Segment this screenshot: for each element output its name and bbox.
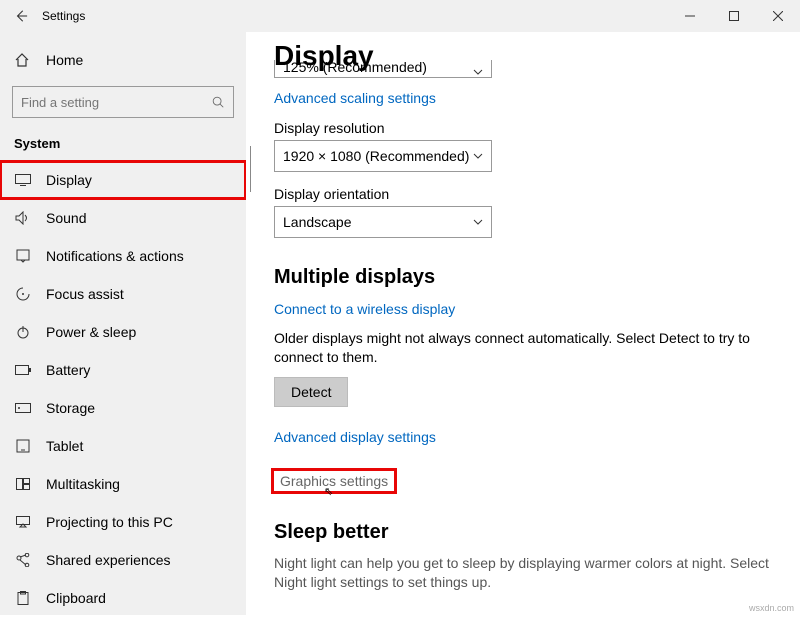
maximize-button[interactable]: [712, 1, 756, 31]
sidebar-item-label: Storage: [46, 400, 95, 416]
home-label: Home: [46, 52, 83, 68]
search-box[interactable]: [12, 86, 234, 118]
advanced-display-link[interactable]: Advanced display settings: [274, 429, 772, 445]
sound-icon: [14, 211, 32, 225]
chevron-down-icon: [473, 153, 483, 159]
multitasking-icon: [14, 478, 32, 490]
scale-dropdown[interactable]: 125% (Recommended): [274, 60, 492, 78]
sidebar-item-shared-experiences[interactable]: Shared experiences: [0, 541, 246, 579]
focus-icon: [14, 287, 32, 301]
sidebar-item-tablet[interactable]: Tablet: [0, 427, 246, 465]
battery-icon: [14, 365, 32, 375]
sidebar-item-display[interactable]: Display: [0, 161, 246, 199]
sidebar-item-label: Notifications & actions: [46, 248, 184, 264]
sleep-better-title: Sleep better: [274, 521, 772, 544]
sleep-better-text: Night light can help you get to sleep by…: [274, 554, 772, 592]
sidebar-item-label: Power & sleep: [46, 324, 136, 340]
tablet-icon: [14, 439, 32, 453]
resolution-value: 1920 × 1080 (Recommended): [283, 148, 469, 164]
title-bar: Settings: [0, 0, 800, 32]
home-nav-item[interactable]: Home: [0, 40, 246, 80]
window-controls: [668, 1, 800, 31]
sidebar-item-storage[interactable]: Storage: [0, 389, 246, 427]
sidebar-item-focus-assist[interactable]: Focus assist: [0, 275, 246, 313]
notifications-icon: [14, 249, 32, 263]
sidebar-item-label: Focus assist: [46, 286, 124, 302]
wireless-display-link[interactable]: Connect to a wireless display: [274, 301, 772, 317]
older-displays-text: Older displays might not always connect …: [274, 329, 772, 367]
resolution-dropdown[interactable]: 1920 × 1080 (Recommended): [274, 140, 492, 172]
shared-icon: [14, 553, 32, 567]
home-icon: [14, 52, 32, 68]
search-icon: [211, 95, 225, 109]
sidebar-item-label: Shared experiences: [46, 552, 171, 568]
sidebar-item-multitasking[interactable]: Multitasking: [0, 465, 246, 503]
clipboard-icon: [14, 591, 32, 605]
sidebar-item-notifications[interactable]: Notifications & actions: [0, 237, 246, 275]
graphics-settings-label: Graphics settings: [280, 473, 388, 489]
projecting-icon: [14, 516, 32, 528]
power-icon: [14, 325, 32, 339]
sidebar-item-projecting[interactable]: Projecting to this PC: [0, 503, 246, 541]
sidebar-item-power-sleep[interactable]: Power & sleep: [0, 313, 246, 351]
sidebar-item-label: Clipboard: [46, 590, 106, 606]
sidebar-item-label: Projecting to this PC: [46, 514, 173, 530]
display-icon: [14, 174, 32, 186]
sidebar-item-label: Display: [46, 172, 92, 188]
search-input[interactable]: [21, 95, 211, 110]
cursor-icon: ⇖: [324, 485, 333, 498]
sidebar-item-clipboard[interactable]: Clipboard: [0, 579, 246, 617]
graphics-settings-link[interactable]: Graphics settings ⇖: [274, 471, 394, 491]
nav-group-header: System: [0, 130, 246, 161]
back-button[interactable]: [0, 9, 42, 23]
watermark: wsxdn.com: [749, 603, 794, 613]
scrollbar-indicator[interactable]: [250, 146, 251, 192]
sidebar-item-sound[interactable]: Sound: [0, 199, 246, 237]
sidebar-item-label: Multitasking: [46, 476, 120, 492]
scale-value: 125% (Recommended): [283, 60, 427, 75]
multiple-displays-title: Multiple displays: [274, 266, 772, 289]
minimize-button[interactable]: [668, 1, 712, 31]
orientation-dropdown[interactable]: Landscape: [274, 206, 492, 238]
sidebar: Home System Display Sound Notifications …: [0, 32, 246, 615]
storage-icon: [14, 403, 32, 413]
close-button[interactable]: [756, 1, 800, 31]
window-title: Settings: [42, 9, 85, 23]
advanced-scaling-link[interactable]: Advanced scaling settings: [274, 90, 772, 106]
sidebar-item-battery[interactable]: Battery: [0, 351, 246, 389]
orientation-label: Display orientation: [274, 186, 772, 202]
main-panel: Display 125% (Recommended) Advanced scal…: [246, 32, 800, 615]
chevron-down-icon: [473, 219, 483, 225]
sidebar-item-label: Battery: [46, 362, 90, 378]
chevron-down-icon: [473, 69, 483, 75]
sidebar-item-label: Sound: [46, 210, 86, 226]
orientation-value: Landscape: [283, 214, 352, 230]
sidebar-item-label: Tablet: [46, 438, 83, 454]
detect-button[interactable]: Detect: [274, 377, 348, 407]
resolution-label: Display resolution: [274, 120, 772, 136]
